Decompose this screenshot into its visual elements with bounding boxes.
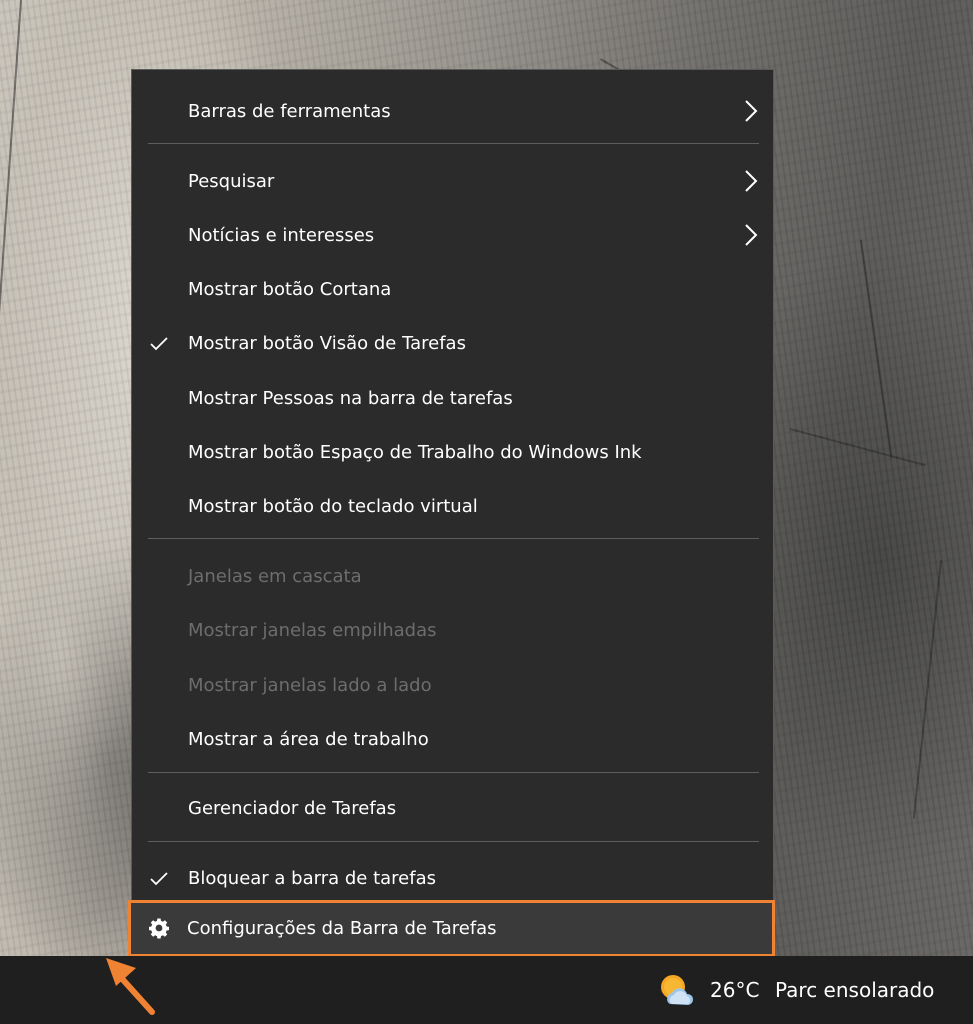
- menu-item-label: Mostrar botão do teclado virtual: [188, 495, 478, 517]
- menu-item-show-cortana[interactable]: Mostrar botão Cortana: [132, 262, 773, 316]
- menu-item-label: Mostrar botão Espaço de Trabalho do Wind…: [188, 441, 642, 463]
- annotation-arrow-icon: [106, 958, 155, 1015]
- menu-item-show-touch-keyboard[interactable]: Mostrar botão do teclado virtual: [132, 479, 773, 533]
- menu-item-stacked-windows: Mostrar janelas empilhadas: [132, 603, 773, 657]
- checkmark-icon: [150, 872, 168, 886]
- checkmark-icon: [150, 337, 168, 351]
- menu-separator: [148, 841, 759, 842]
- menu-item-label: Mostrar janelas lado a lado: [188, 674, 432, 696]
- menu-item-show-task-view[interactable]: Mostrar botão Visão de Tarefas: [132, 316, 773, 370]
- weather-temperature[interactable]: 26°C: [710, 978, 759, 1002]
- menu-item-label: Notícias e interesses: [188, 224, 375, 246]
- menu-item-label: Mostrar Pessoas na barra de tarefas: [188, 387, 513, 409]
- menu-item-task-manager[interactable]: Gerenciador de Tarefas: [132, 781, 773, 835]
- menu-item-label: Mostrar botão Cortana: [188, 278, 392, 300]
- menu-item-show-desktop[interactable]: Mostrar a área de trabalho: [132, 712, 773, 766]
- menu-item-label: Bloquear a barra de tarefas: [188, 867, 437, 889]
- chevron-right-icon: [745, 170, 758, 192]
- partly-sunny-icon[interactable]: [656, 970, 698, 1010]
- menu-item-show-people[interactable]: Mostrar Pessoas na barra de tarefas: [132, 371, 773, 425]
- taskbar-context-menu: Barras de ferramentas Pesquisar Notícias…: [131, 69, 774, 969]
- chevron-right-icon: [745, 100, 758, 122]
- menu-item-label: Barras de ferramentas: [188, 100, 391, 122]
- menu-item-label: Mostrar botão Visão de Tarefas: [188, 332, 466, 354]
- menu-item-label: Pesquisar: [188, 170, 275, 192]
- menu-separator: [148, 772, 759, 773]
- menu-item-search[interactable]: Pesquisar: [132, 154, 773, 208]
- menu-separator: [148, 143, 759, 144]
- menu-item-news-interests[interactable]: Notícias e interesses: [132, 208, 773, 262]
- menu-item-label: Gerenciador de Tarefas: [188, 797, 397, 819]
- menu-item-side-by-side-windows: Mostrar janelas lado a lado: [132, 658, 773, 712]
- menu-item-show-windows-ink[interactable]: Mostrar botão Espaço de Trabalho do Wind…: [132, 425, 773, 479]
- menu-item-lock-taskbar[interactable]: Bloquear a barra de tarefas: [132, 851, 773, 905]
- menu-item-label: Mostrar a área de trabalho: [188, 728, 429, 750]
- highlight-box: [128, 900, 775, 957]
- menu-separator: [148, 538, 759, 539]
- menu-item-label: Janelas em cascata: [188, 565, 362, 587]
- menu-item-label: Mostrar janelas empilhadas: [188, 619, 437, 641]
- weather-condition[interactable]: Parc ensolarado: [775, 978, 934, 1002]
- menu-item-cascade-windows: Janelas em cascata: [132, 549, 773, 603]
- chevron-right-icon: [745, 224, 758, 246]
- menu-item-toolbars[interactable]: Barras de ferramentas: [132, 84, 773, 138]
